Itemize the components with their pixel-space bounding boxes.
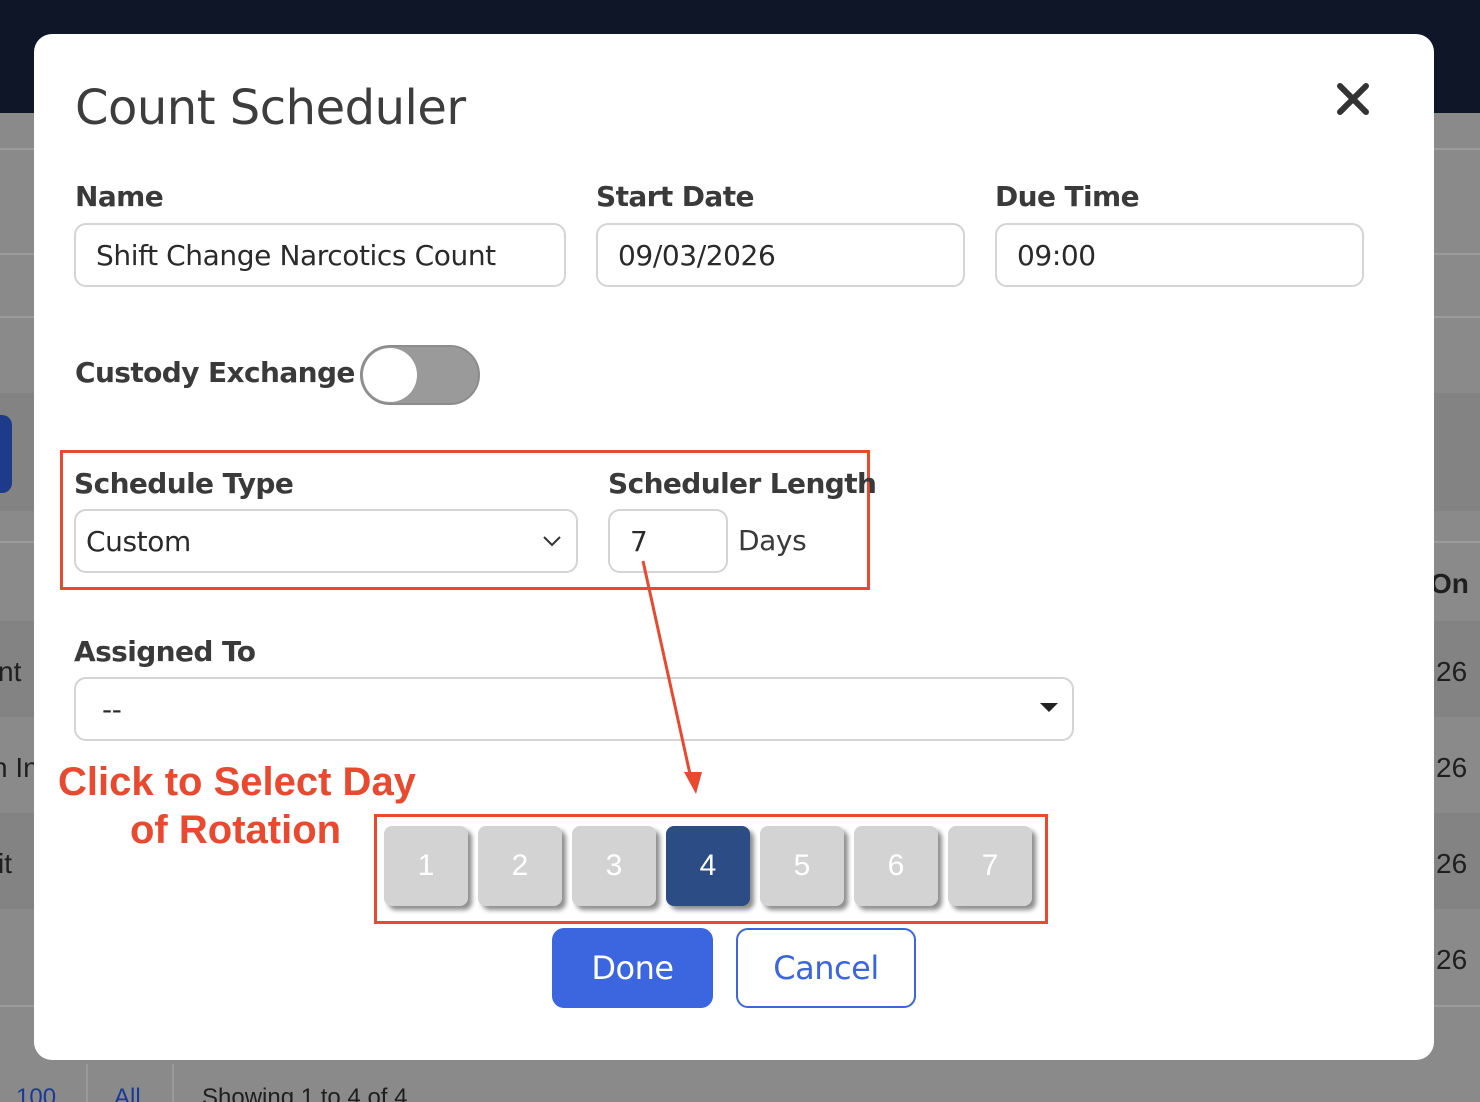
annotation-line-2: of Rotation — [130, 808, 342, 852]
background-row-date: 26 — [1436, 656, 1468, 687]
close-icon[interactable] — [1332, 78, 1376, 122]
scheduler-length-unit: Days — [738, 524, 807, 557]
due-time-value: 09:00 — [1017, 238, 1096, 272]
annotation-line-1: Click to Select Day — [58, 760, 416, 804]
rotation-day-button[interactable]: 5 — [760, 826, 844, 906]
background-row-date: 26 — [1436, 848, 1468, 879]
scheduler-length-label: Scheduler Length — [608, 467, 877, 500]
count-scheduler-modal: Count Scheduler Name Shift Change Narcot… — [34, 34, 1434, 1060]
background-row-date: 26 — [1436, 752, 1468, 783]
due-time-input[interactable]: 09:00 — [995, 223, 1364, 287]
assigned-to-select[interactable]: -- — [74, 677, 1074, 741]
custody-exchange-toggle[interactable] — [360, 345, 480, 405]
page-size-100: 100 — [16, 1084, 57, 1102]
page-size-all: All — [114, 1084, 141, 1102]
schedule-type-value: Custom — [86, 524, 191, 558]
caret-down-icon — [1040, 703, 1058, 712]
rotation-day-button[interactable]: 6 — [854, 826, 938, 906]
background-column-header: On — [1430, 568, 1469, 599]
background-row-date: 26 — [1436, 944, 1468, 975]
name-input-value: Shift Change Narcotics Count — [96, 238, 496, 272]
schedule-type-label: Schedule Type — [74, 467, 294, 500]
custody-exchange-label: Custody Exchange — [75, 356, 355, 389]
scheduler-length-input[interactable]: 7 — [608, 509, 728, 573]
background-action-button — [0, 415, 12, 493]
rotation-day-button[interactable]: 1 — [384, 826, 468, 906]
background-row-text: it — [0, 848, 12, 879]
scheduler-length-value: 7 — [630, 524, 648, 558]
start-date-value: 09/03/2026 — [618, 238, 776, 272]
due-time-label: Due Time — [995, 180, 1140, 213]
assigned-to-value: -- — [102, 692, 122, 726]
start-date-input[interactable]: 09/03/2026 — [596, 223, 965, 287]
background-row-text: nt — [0, 656, 22, 687]
rotation-day-button[interactable]: 7 — [948, 826, 1032, 906]
modal-title: Count Scheduler — [75, 80, 466, 136]
toggle-knob — [363, 348, 417, 402]
rotation-day-button-selected[interactable]: 4 — [666, 826, 750, 906]
name-label: Name — [75, 180, 164, 213]
start-date-label: Start Date — [596, 180, 755, 213]
rotation-day-button[interactable]: 2 — [478, 826, 562, 906]
chevron-down-icon — [543, 536, 561, 547]
name-input[interactable]: Shift Change Narcotics Count — [74, 223, 566, 287]
done-button[interactable]: Done — [552, 928, 713, 1008]
cancel-button[interactable]: Cancel — [736, 928, 916, 1008]
schedule-type-select[interactable]: Custom — [74, 509, 578, 573]
showing-count-text: Showing 1 to 4 of 4 — [202, 1084, 408, 1102]
rotation-day-button[interactable]: 3 — [572, 826, 656, 906]
assigned-to-label: Assigned To — [74, 635, 256, 668]
